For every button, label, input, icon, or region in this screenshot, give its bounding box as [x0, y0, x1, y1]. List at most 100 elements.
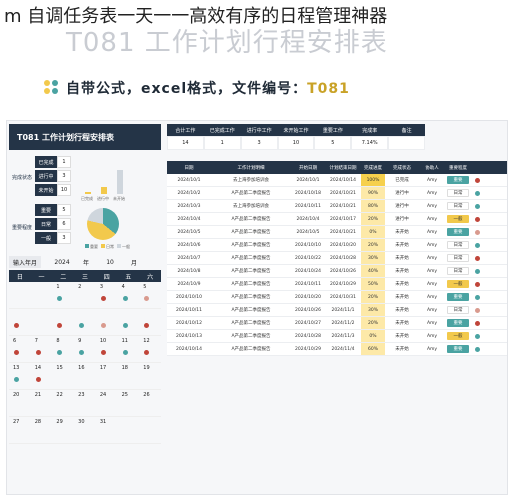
- task-row[interactable]: 2024/10/14 A产品第二季度报告 2024/10/29 2024/11/4 60…: [167, 343, 507, 356]
- calendar-day[interactable]: [9, 309, 31, 336]
- priority-dot-icon: [474, 177, 480, 183]
- task-row[interactable]: 2024/10/7 A产品第二季度报告 2024/10/22 2024/10/28 30…: [167, 252, 507, 265]
- task-name: A产品第二季度报告: [231, 347, 271, 352]
- task-row[interactable]: 2024/10/6 A产品第二季度报告 2024/10/10 2024/10/20 20…: [167, 239, 507, 252]
- calendar-day[interactable]: [74, 309, 96, 336]
- calendar-day[interactable]: 5: [139, 282, 161, 309]
- calendar-day[interactable]: 18: [117, 363, 140, 390]
- task-end: 2024/10/26: [330, 268, 356, 274]
- task-status: 未开始: [395, 295, 409, 300]
- task-name: A产品第二季度报告: [231, 308, 271, 313]
- calendar-day[interactable]: 13: [9, 363, 31, 390]
- summary-header: 已完成工作: [203, 124, 241, 136]
- task-row[interactable]: 2024/10/11 A产品第二季度报告 2024/10/26 2024/11/1 30…: [167, 304, 507, 317]
- calendar-day[interactable]: 26: [139, 390, 161, 417]
- task-row[interactable]: 2024/10/8 A产品第二季度报告 2024/10/24 2024/10/26 40…: [167, 265, 507, 278]
- status-label: 进行中: [35, 170, 57, 182]
- task-row[interactable]: 2024/10/9 A产品第二季度报告 2024/10/11 2024/10/29 50…: [167, 278, 507, 291]
- legend-swatch: [117, 244, 121, 248]
- calendar-day[interactable]: 3: [95, 282, 118, 309]
- task-end: 2024/10/14: [330, 177, 356, 183]
- calendar-day[interactable]: 6: [9, 336, 31, 363]
- calendar-day[interactable]: [139, 417, 161, 444]
- calendar-day[interactable]: [30, 282, 53, 309]
- legend-swatch: [85, 244, 89, 248]
- month-input[interactable]: 10: [93, 259, 127, 266]
- task-row[interactable]: 2024/10/13 A产品第二季度报告 2024/10/28 2024/11/3 0%…: [167, 330, 507, 343]
- calendar-day[interactable]: [117, 309, 140, 336]
- calendar-day[interactable]: 29: [52, 417, 75, 444]
- priority-value: 3: [57, 232, 71, 244]
- priority-value: 6: [57, 218, 71, 230]
- calendar-day[interactable]: 22: [52, 390, 75, 417]
- calendar-day[interactable]: 15: [52, 363, 75, 390]
- task-dot-cell: [471, 291, 483, 303]
- calendar-day[interactable]: [52, 309, 75, 336]
- summary-value: 14: [167, 136, 204, 150]
- calendar-day[interactable]: 12: [139, 336, 161, 363]
- calendar-day[interactable]: 24: [95, 390, 118, 417]
- left-panel: T081 工作计划行程安排表 完成状态 已完成 1 进行中 3 未开始 10 已完成 进行中…: [9, 124, 161, 444]
- task-name: A产品第二季度报告: [231, 230, 271, 235]
- task-name: 去上海参加培训会: [233, 204, 269, 209]
- task-row[interactable]: 2024/10/4 A产品第二季度报告 2024/10/4 2024/10/17 20%…: [167, 213, 507, 226]
- dot-2: [52, 80, 58, 86]
- task-row[interactable]: 2024/10/12 A产品第二季度报告 2024/10/27 2024/11/2 20…: [167, 317, 507, 330]
- task-name: A产品第二季度报告: [231, 243, 271, 248]
- task-end: 2024/10/28: [330, 255, 356, 261]
- calendar-day[interactable]: 25: [117, 390, 140, 417]
- calendar-day[interactable]: 11: [117, 336, 140, 363]
- task-dot-cell: [471, 252, 483, 264]
- task-progress: 20%: [361, 213, 385, 225]
- calendar-day[interactable]: [139, 309, 161, 336]
- calendar-day[interactable]: 31: [95, 417, 118, 444]
- task-row[interactable]: 2024/10/3 去上海参加培训会 2024/10/11 2024/10/21 80%…: [167, 200, 507, 213]
- task-assignee: Amy: [426, 281, 438, 287]
- calendar-day[interactable]: [9, 282, 31, 309]
- calendar-day[interactable]: 9: [74, 336, 96, 363]
- task-end: 2024/11/3: [331, 333, 355, 339]
- calendar-day[interactable]: 28: [30, 417, 53, 444]
- calendar-day[interactable]: [95, 309, 118, 336]
- status-bar: [117, 169, 123, 194]
- task-extra: [483, 200, 497, 212]
- task-end: 2024/10/21: [330, 229, 356, 235]
- task-row[interactable]: 2024/10/5 A产品第二季度报告 2024/10/5 2024/10/21 0% 未…: [167, 226, 507, 239]
- calendar-day[interactable]: 14: [30, 363, 53, 390]
- calendar-day[interactable]: 16: [74, 363, 96, 390]
- calendar-day[interactable]: [30, 309, 53, 336]
- task-row[interactable]: 2024/10/10 A产品第二季度报告 2024/10/20 2024/10/31 2…: [167, 291, 507, 304]
- day-priority-dot: [100, 296, 106, 301]
- summary-value: 10: [277, 136, 315, 150]
- calendar-day[interactable]: 2: [74, 282, 96, 309]
- task-progress: 80%: [361, 200, 385, 212]
- summary-value: 3: [240, 136, 278, 150]
- calendar-day[interactable]: 1: [52, 282, 75, 309]
- task-start: 2024/10/1: [296, 177, 320, 183]
- month-unit: 月: [131, 259, 138, 267]
- task-status: 进行中: [395, 204, 409, 209]
- calendar-day[interactable]: 8: [52, 336, 75, 363]
- task-row[interactable]: 2024/10/1 去上海参加培训会 2024/10/1 2024/10/14 100%…: [167, 174, 507, 187]
- calendar-day[interactable]: 7: [30, 336, 53, 363]
- year-input[interactable]: 2024: [45, 259, 79, 266]
- task-priority-badge: 日常: [447, 306, 469, 314]
- task-progress: 100%: [361, 174, 385, 186]
- calendar-day[interactable]: 10: [95, 336, 118, 363]
- task-date: 2024/10/1: [177, 177, 201, 183]
- task-table-body: 2024/10/1 去上海参加培训会 2024/10/1 2024/10/14 100%…: [167, 174, 507, 356]
- priority-dot-icon: [474, 307, 480, 313]
- calendar-day[interactable]: 4: [117, 282, 140, 309]
- calendar-day[interactable]: 30: [74, 417, 96, 444]
- status-bar: [85, 191, 91, 194]
- calendar-day[interactable]: [117, 417, 140, 444]
- calendar-day[interactable]: 20: [9, 390, 31, 417]
- calendar-day[interactable]: 23: [74, 390, 96, 417]
- task-end: 2024/11/1: [331, 307, 355, 313]
- calendar-day[interactable]: 21: [30, 390, 53, 417]
- task-row[interactable]: 2024/10/2 A产品第二季度报告 2024/10/18 2024/10/21 90…: [167, 187, 507, 200]
- calendar-day[interactable]: 17: [95, 363, 118, 390]
- priority-label: 重要: [35, 204, 57, 216]
- calendar-day[interactable]: 19: [139, 363, 161, 390]
- calendar-day[interactable]: 27: [9, 417, 31, 444]
